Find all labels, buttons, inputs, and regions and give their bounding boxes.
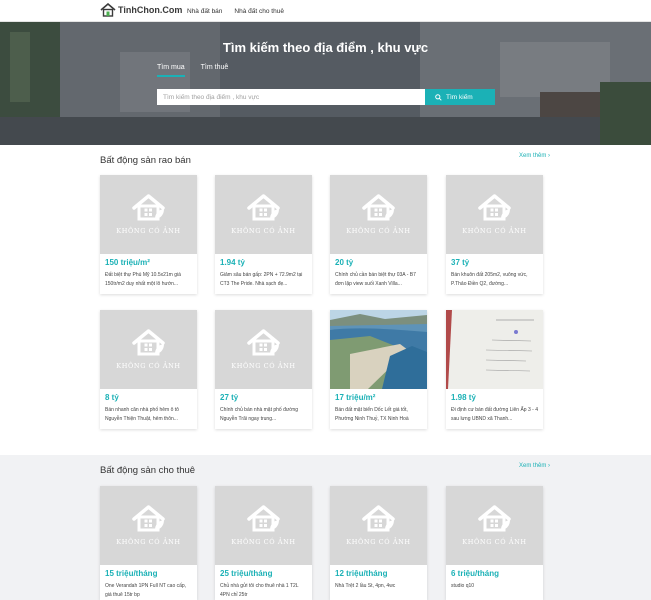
listing-description: studio q10 xyxy=(451,583,475,589)
listing-thumbnail: KHÔNG CÓ ẢNH xyxy=(330,175,427,254)
main-nav: Nhà đất bán Nhà đất cho thuê xyxy=(187,0,284,22)
listing-price: 1.94 tỷ xyxy=(220,258,245,267)
listing-card[interactable]: KHÔNG CÓ ẢNH 150 triệu/m² Đất biệt thự P… xyxy=(100,175,197,294)
svg-text:KHÔNG CÓ ẢNH: KHÔNG CÓ ẢNH xyxy=(346,536,410,546)
listing-thumbnail xyxy=(330,310,427,389)
search-button[interactable]: Tìm kiếm xyxy=(425,89,495,105)
svg-text:KHÔNG CÓ ẢNH: KHÔNG CÓ ẢNH xyxy=(462,225,526,235)
listing-description: Chủ nhà gửi tôi cho thuê nhà 1 T2L 4PN c… xyxy=(220,583,299,598)
listing-price: 37 tỷ xyxy=(451,258,470,267)
sale-see-more-link[interactable]: Xem thêm › xyxy=(519,153,550,159)
listing-thumbnail xyxy=(446,310,543,389)
listing-card[interactable]: KHÔNG CÓ ẢNH 12 triệu/tháng Nhà Trệt 2 l… xyxy=(330,486,427,600)
search-button-label: Tìm kiếm xyxy=(446,93,473,101)
no-image-placeholder-icon: KHÔNG CÓ ẢNH xyxy=(215,310,312,389)
nav-link-rent[interactable]: Nhà đất cho thuê xyxy=(234,8,284,15)
listing-card[interactable]: 17 triệu/m² Bán đất mặt biển Dốc Lết giá… xyxy=(330,310,427,429)
svg-text:KHÔNG CÓ ẢNH: KHÔNG CÓ ẢNH xyxy=(462,536,526,546)
svg-text:KHÔNG CÓ ẢNH: KHÔNG CÓ ẢNH xyxy=(231,225,295,235)
listing-price: 20 tỷ xyxy=(335,258,354,267)
listing-price: 15 triệu/tháng xyxy=(105,569,158,578)
listing-price: 25 triệu/tháng xyxy=(220,569,273,578)
no-image-placeholder-icon: KHÔNG CÓ ẢNH xyxy=(446,486,543,565)
listing-card[interactable]: KHÔNG CÓ ẢNH 37 tỷ Bán khuôn đất 205m2, … xyxy=(446,175,543,294)
see-more-label: Xem thêm xyxy=(519,153,547,159)
tab-rent[interactable]: Tìm thuê xyxy=(201,64,229,77)
svg-text:KHÔNG CÓ ẢNH: KHÔNG CÓ ẢNH xyxy=(346,225,410,235)
listing-price: 8 tỷ xyxy=(105,393,119,402)
listing-description: Giảm sâu bán gấp: 2PN + 72.9m2 tại CT3 T… xyxy=(220,272,303,287)
listing-thumbnail: KHÔNG CÓ ẢNH xyxy=(215,486,312,565)
listing-description: Bán đất mặt biển Dốc Lết giá tốt, Phường… xyxy=(335,407,409,422)
listing-card[interactable]: KHÔNG CÓ ẢNH 27 tỷ Chính chủ bán nhà mặt… xyxy=(215,310,312,429)
svg-text:KHÔNG CÓ ẢNH: KHÔNG CÓ ẢNH xyxy=(231,536,295,546)
listing-price: 17 triệu/m² xyxy=(335,393,376,402)
listing-description: Đi định cư bán đất đường Liên Ấp 3 - 4 s… xyxy=(451,407,538,422)
listing-price: 6 triệu/tháng xyxy=(451,569,500,578)
listing-description: Bán khuôn đất 205m2, vuông vức, P.Thảo Đ… xyxy=(451,272,528,287)
listing-card[interactable]: KHÔNG CÓ ẢNH 1.94 tỷ Giảm sâu bán gấp: 2… xyxy=(215,175,312,294)
no-image-placeholder-icon: KHÔNG CÓ ẢNH xyxy=(215,486,312,565)
no-image-placeholder-icon: KHÔNG CÓ ẢNH xyxy=(100,175,197,254)
hero-banner: Tìm kiếm theo địa điểm , khu vực Tìm mua… xyxy=(0,22,651,145)
house-logo-icon xyxy=(100,3,116,17)
top-navbar: TinhChon.Com Nhà đất bán Nhà đất cho thu… xyxy=(0,0,651,22)
listing-description: Nhà Trệt 2 lầu St, 4pn, 4wc xyxy=(335,583,396,589)
sale-section: Bất động sản rao bán Xem thêm › KHÔNG CÓ… xyxy=(0,145,651,455)
listing-card[interactable]: KHÔNG CÓ ẢNH 25 triệu/tháng Chủ nhà gửi … xyxy=(215,486,312,600)
listing-price: 1.98 tỷ xyxy=(451,393,476,402)
listing-description: Chính chủ bán nhà mặt phố đường Nguyễn T… xyxy=(220,407,299,422)
tab-buy[interactable]: Tìm mua xyxy=(157,64,185,77)
listing-thumbnail: KHÔNG CÓ ẢNH xyxy=(446,486,543,565)
listing-card[interactable]: KHÔNG CÓ ẢNH 8 tỷ Bán nhanh căn nhà phố … xyxy=(100,310,197,429)
logo-text: TinhChon.Com xyxy=(118,5,183,15)
svg-text:KHÔNG CÓ ẢNH: KHÔNG CÓ ẢNH xyxy=(116,360,180,370)
listing-price: 27 tỷ xyxy=(220,393,239,402)
svg-text:KHÔNG CÓ ẢNH: KHÔNG CÓ ẢNH xyxy=(231,360,295,370)
listing-price: 12 triệu/tháng xyxy=(335,569,388,578)
listing-description: Đất biệt thự Phú Mỹ 10.5x21m giá 150tr/m… xyxy=(105,272,181,287)
listing-card[interactable]: KHÔNG CÓ ẢNH 20 tỷ Chính chủ cần bán biệ… xyxy=(330,175,427,294)
no-image-placeholder-icon: KHÔNG CÓ ẢNH xyxy=(215,175,312,254)
no-image-placeholder-icon: KHÔNG CÓ ẢNH xyxy=(100,486,197,565)
search-tabs: Tìm mua Tìm thuê xyxy=(157,64,228,77)
listing-thumbnail: KHÔNG CÓ ẢNH xyxy=(446,175,543,254)
svg-text:KHÔNG CÓ ẢNH: KHÔNG CÓ ẢNH xyxy=(116,225,180,235)
no-image-placeholder-icon: KHÔNG CÓ ẢNH xyxy=(100,310,197,389)
search-icon xyxy=(435,93,442,101)
listing-thumbnail: KHÔNG CÓ ẢNH xyxy=(215,310,312,389)
listing-thumbnail: KHÔNG CÓ ẢNH xyxy=(215,175,312,254)
sale-section-title: Bất động sản rao bán xyxy=(100,155,191,166)
listing-thumbnail: KHÔNG CÓ ẢNH xyxy=(100,310,197,389)
listing-card[interactable]: 1.98 tỷ Đi định cư bán đất đường Liên Ấp… xyxy=(446,310,543,429)
site-logo[interactable]: TinhChon.Com xyxy=(100,3,182,17)
beach-photo xyxy=(330,310,427,389)
listing-description: One Verandah 1PN Full NT cao cấp, giá th… xyxy=(105,583,187,598)
document-photo xyxy=(446,310,543,389)
listing-thumbnail: KHÔNG CÓ ẢNH xyxy=(330,486,427,565)
see-more-label: Xem thêm xyxy=(519,463,547,469)
listing-card[interactable]: KHÔNG CÓ ẢNH 6 triệu/tháng studio q10 xyxy=(446,486,543,600)
rent-section: Bất động sản cho thuê Xem thêm › KHÔNG C… xyxy=(0,455,651,600)
no-image-placeholder-icon: KHÔNG CÓ ẢNH xyxy=(446,175,543,254)
rent-section-title: Bất động sản cho thuê xyxy=(100,465,196,476)
listing-description: Chính chủ cần bán biệt thự 03A - B7 đơn … xyxy=(335,272,416,287)
no-image-placeholder-icon: KHÔNG CÓ ẢNH xyxy=(330,175,427,254)
listing-description: Bán nhanh căn nhà phố hẻm ô tô Nguyễn Th… xyxy=(105,407,179,422)
svg-text:KHÔNG CÓ ẢNH: KHÔNG CÓ ẢNH xyxy=(116,536,180,546)
listing-thumbnail: KHÔNG CÓ ẢNH xyxy=(100,486,197,565)
listing-price: 150 triệu/m² xyxy=(105,258,150,267)
hero-title: Tìm kiếm theo địa điểm , khu vực xyxy=(222,40,429,55)
search-input[interactable] xyxy=(157,89,425,105)
listing-thumbnail: KHÔNG CÓ ẢNH xyxy=(100,175,197,254)
rent-see-more-link[interactable]: Xem thêm › xyxy=(519,463,550,469)
nav-link-sale[interactable]: Nhà đất bán xyxy=(187,8,222,15)
listing-card[interactable]: KHÔNG CÓ ẢNH 15 triệu/tháng One Verandah… xyxy=(100,486,197,600)
no-image-placeholder-icon: KHÔNG CÓ ẢNH xyxy=(330,486,427,565)
